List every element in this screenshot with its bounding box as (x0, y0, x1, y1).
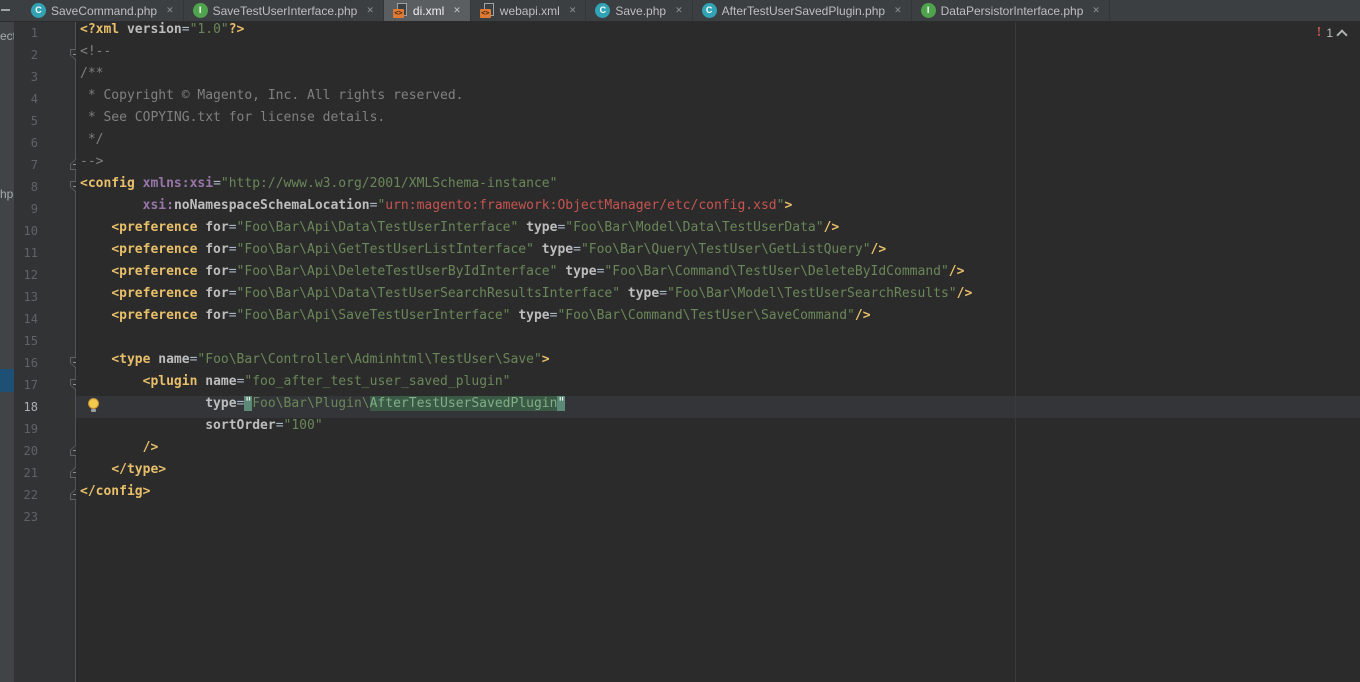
tab-close-icon[interactable]: ✕ (894, 5, 902, 16)
code-line-16[interactable]: <type name="Foo\Bar\Controller\Adminhtml… (80, 352, 1360, 374)
line-number-15: 15 (14, 330, 38, 352)
line-number-1: 1 (14, 22, 38, 44)
project-item-fragment-1: hp (0, 186, 14, 202)
code-line-4[interactable]: * Copyright © Magento, Inc. All rights r… (80, 88, 1360, 110)
line-number-11: 11 (14, 242, 38, 264)
intention-bulb-icon[interactable] (87, 398, 99, 414)
editor-gutter[interactable]: 1234567891011121314151617181920212223 (14, 22, 76, 682)
line-number-22: 22 (14, 484, 38, 506)
code-line-19[interactable]: sortOrder="100" (80, 418, 1360, 440)
line-number-21: 21 (14, 462, 38, 484)
code-line-6[interactable]: */ (80, 132, 1360, 154)
php-interface-icon: I (921, 3, 936, 18)
code-line-20[interactable]: /> (80, 440, 1360, 462)
code-line-17[interactable]: <plugin name="foo_after_test_user_saved_… (80, 374, 1360, 396)
code-line-8[interactable]: <config xmlns:xsi="http://www.w3.org/200… (80, 176, 1360, 198)
tab-label: Save.php (615, 4, 666, 18)
tab-di.xml[interactable]: <> di.xml ✕ (384, 0, 471, 21)
line-number-14: 14 (14, 308, 38, 330)
error-icon: ! (1317, 26, 1322, 40)
php-class-icon: C (702, 3, 717, 18)
line-number-4: 4 (14, 88, 38, 110)
tab-close-icon[interactable]: ✕ (366, 5, 374, 16)
code-line-22[interactable]: </config> (80, 484, 1360, 506)
tab-label: webapi.xml (500, 4, 560, 18)
code-line-23[interactable] (80, 506, 1360, 528)
code-editor[interactable]: <?xml version="1.0"?><!--/** * Copyright… (76, 22, 1360, 682)
line-number-2: 2 (14, 44, 38, 66)
tab-SaveTestUserInterface.php[interactable]: I SaveTestUserInterface.php ✕ (184, 0, 384, 21)
xml-badge: <> (393, 9, 404, 18)
code-line-1[interactable]: <?xml version="1.0"?> (80, 22, 1360, 44)
line-number-20: 20 (14, 440, 38, 462)
xml-badge: <> (480, 9, 491, 18)
code-line-5[interactable]: * See COPYING.txt for license details. (80, 110, 1360, 132)
php-interface-icon: I (193, 3, 208, 18)
code-line-2[interactable]: <!-- (80, 44, 1360, 66)
code-line-15[interactable] (80, 330, 1360, 352)
line-number-8: 8 (14, 176, 38, 198)
code-line-9[interactable]: xsi:noNamespaceSchemaLocation="urn:magen… (80, 198, 1360, 220)
line-number-10: 10 (14, 220, 38, 242)
line-number-5: 5 (14, 110, 38, 132)
tab-label: SaveCommand.php (51, 4, 157, 18)
code-line-21[interactable]: </type> (80, 462, 1360, 484)
line-number-7: 7 (14, 154, 38, 176)
tab-Save.php[interactable]: C Save.php ✕ (586, 0, 692, 21)
xml-file-icon: <> (393, 3, 408, 18)
tab-list: C SaveCommand.php ✕ I SaveTestUserInterface.… (22, 0, 1110, 21)
tab-close-icon[interactable]: ✕ (675, 5, 683, 16)
tab-label: DataPersistorInterface.php (941, 4, 1084, 18)
inspections-widget[interactable]: ! 1 (1317, 25, 1346, 41)
line-number-6: 6 (14, 132, 38, 154)
line-number-9: 9 (14, 198, 38, 220)
tab-close-icon[interactable]: ✕ (166, 5, 174, 16)
tab-webapi.xml[interactable]: <> webapi.xml ✕ (471, 0, 587, 21)
error-count: 1 (1326, 26, 1333, 40)
tab-label: AfterTestUserSavedPlugin.php (722, 4, 885, 18)
line-number-16: 16 (14, 352, 38, 374)
code-line-14[interactable]: <preference for="Foo\Bar\Api\SaveTestUse… (80, 308, 1360, 330)
line-number-13: 13 (14, 286, 38, 308)
tab-close-icon[interactable]: ✕ (1092, 5, 1100, 16)
line-number-18: 18 (14, 396, 38, 418)
code-line-12[interactable]: <preference for="Foo\Bar\Api\DeleteTestU… (80, 264, 1360, 286)
code-line-18[interactable]: type="Foo\Bar\Plugin\AfterTestUserSavedP… (80, 396, 1360, 418)
line-number-17: 17 (14, 374, 38, 396)
tab-SaveCommand.php[interactable]: C SaveCommand.php ✕ (22, 0, 184, 21)
code-line-3[interactable]: /** (80, 66, 1360, 88)
tab-close-icon[interactable]: ✕ (569, 5, 577, 16)
line-number-3: 3 (14, 66, 38, 88)
editor-tab-bar: C SaveCommand.php ✕ I SaveTestUserInterface.… (0, 0, 1360, 22)
tab-DataPersistorInterface.php[interactable]: I DataPersistorInterface.php ✕ (912, 0, 1110, 21)
tab-AfterTestUserSavedPlugin.php[interactable]: C AfterTestUserSavedPlugin.php ✕ (693, 0, 912, 21)
php-class-icon: C (595, 3, 610, 18)
chevron-up-icon[interactable] (1336, 29, 1347, 40)
code-line-7[interactable]: --> (80, 154, 1360, 176)
code-lines: <?xml version="1.0"?><!--/** * Copyright… (80, 22, 1360, 528)
code-line-11[interactable]: <preference for="Foo\Bar\Api\GetTestUser… (80, 242, 1360, 264)
line-number-23: 23 (14, 506, 38, 528)
project-toolwindow-sliver[interactable]: ect hp (0, 22, 14, 682)
line-number-19: 19 (14, 418, 38, 440)
tab-close-icon[interactable]: ✕ (453, 5, 461, 16)
tab-label: SaveTestUserInterface.php (213, 4, 358, 18)
code-line-13[interactable]: <preference for="Foo\Bar\Api\Data\TestUs… (80, 286, 1360, 308)
project-item-fragment-0: ect (0, 28, 14, 44)
project-selected-item-highlight (0, 369, 14, 392)
tab-label: di.xml (413, 4, 444, 18)
window-corner-dash-icon (1, 9, 10, 11)
php-class-icon: C (31, 3, 46, 18)
line-number-12: 12 (14, 264, 38, 286)
xml-file-icon: <> (480, 3, 495, 18)
code-line-10[interactable]: <preference for="Foo\Bar\Api\Data\TestUs… (80, 220, 1360, 242)
